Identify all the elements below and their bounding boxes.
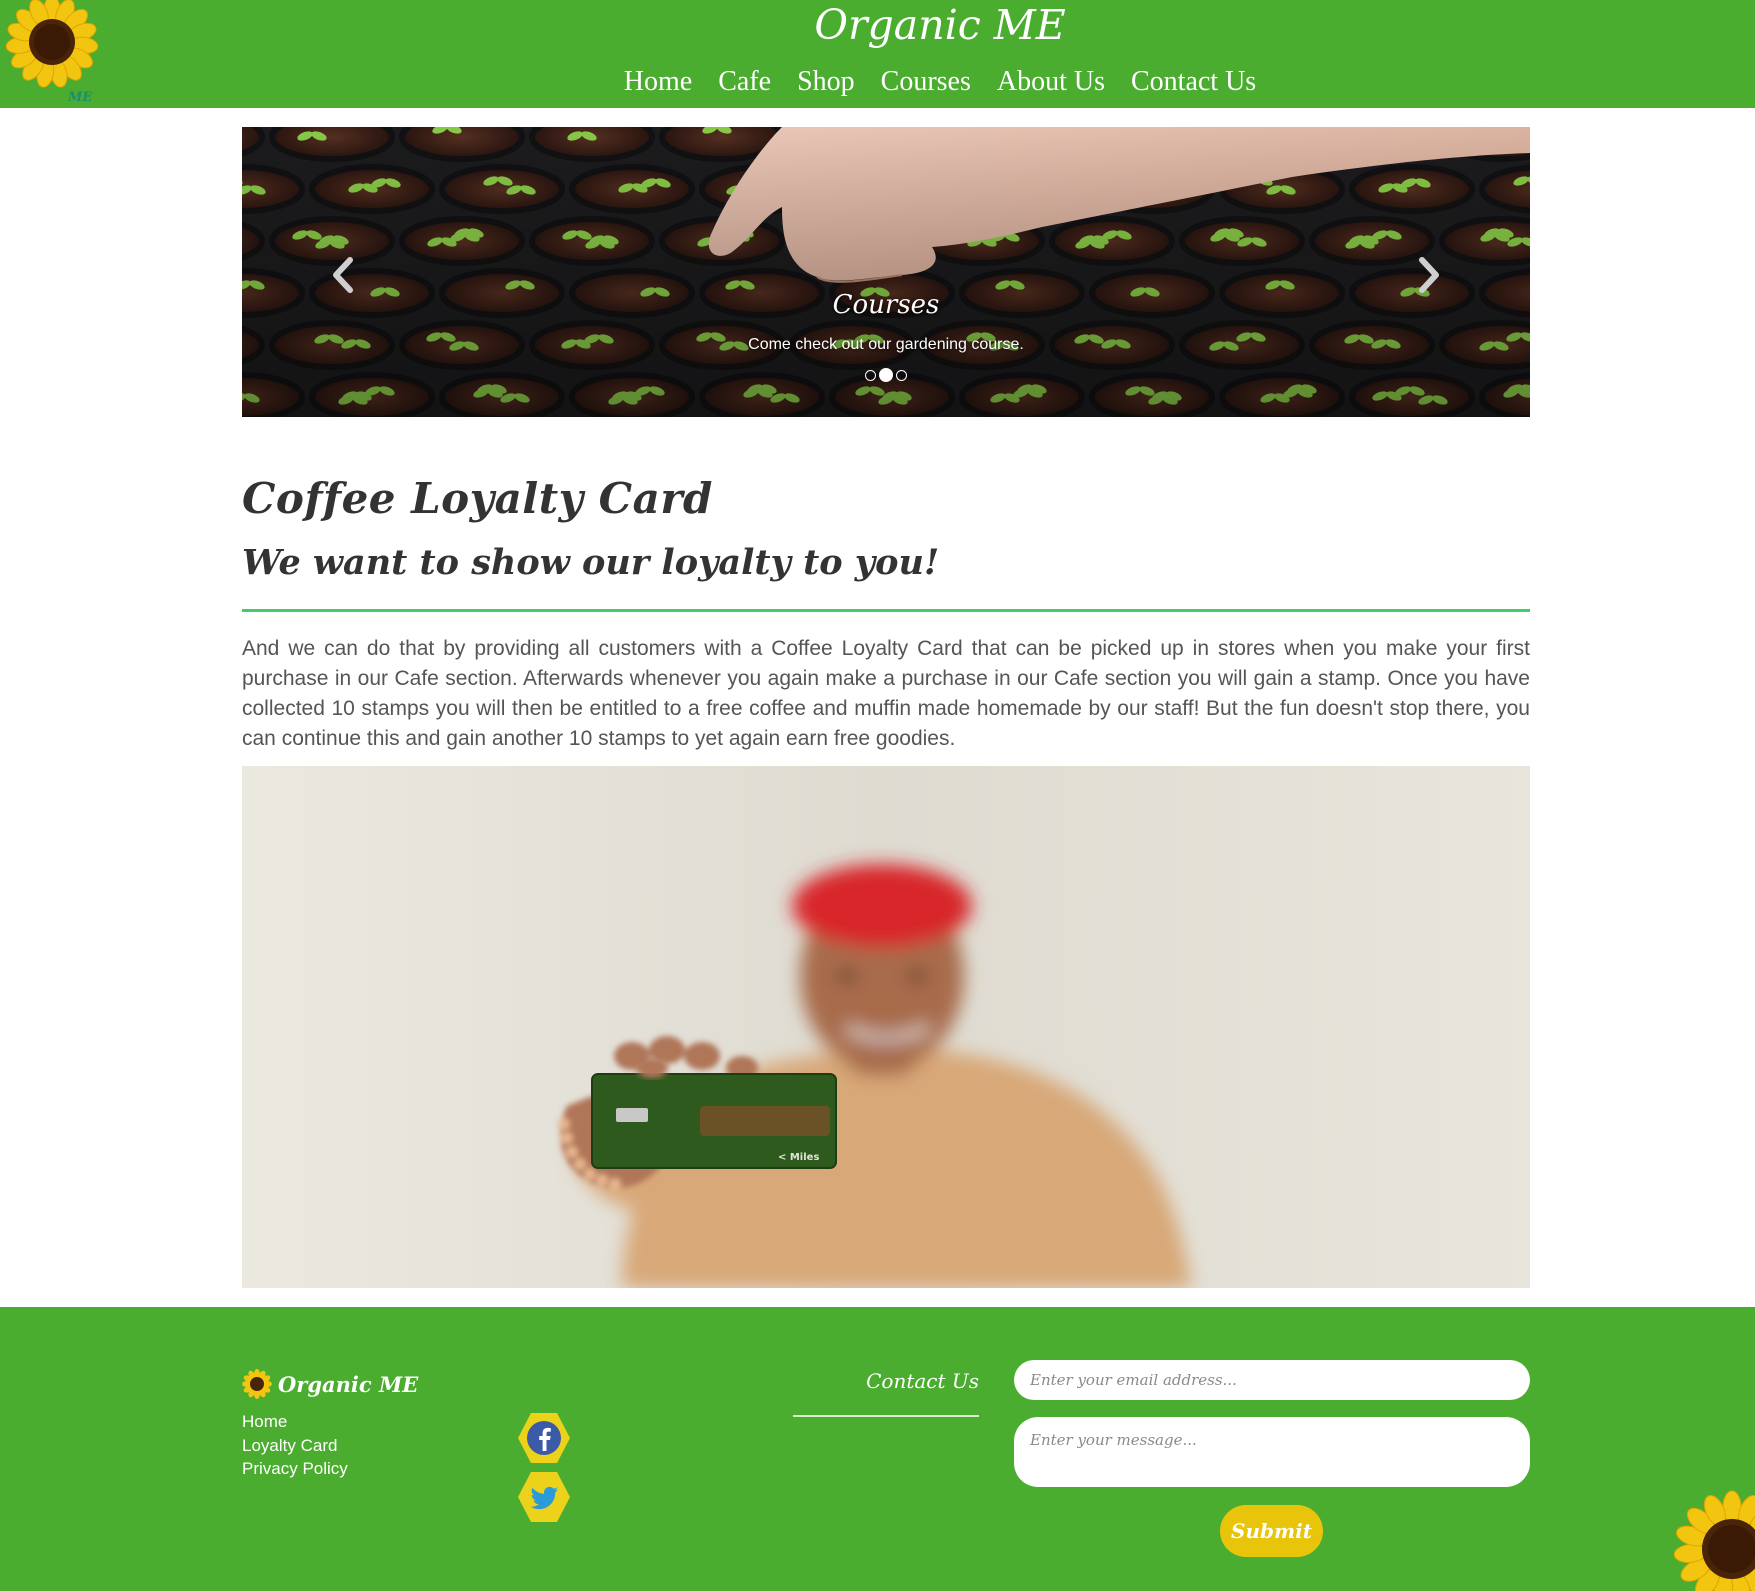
contact-divider xyxy=(793,1415,979,1417)
nav-shop[interactable]: Shop xyxy=(797,64,855,100)
loyalty-card-graphic: < Miles xyxy=(591,1073,837,1169)
facebook-icon[interactable] xyxy=(517,1411,571,1465)
sunflower-icon xyxy=(242,1369,272,1399)
loyalty-card-photo: < Miles xyxy=(242,766,1530,1288)
main-nav: Home Cafe Shop Courses About Us Contact … xyxy=(0,64,1755,100)
carousel-dot-3[interactable] xyxy=(896,369,907,381)
submit-button[interactable]: Submit xyxy=(1220,1505,1323,1557)
carousel-indicators xyxy=(242,368,1530,382)
carousel-caption: Come check out our gardening course. xyxy=(748,336,1024,353)
page-subtitle: We want to show our loyalty to you! xyxy=(242,542,940,583)
carousel-title: Courses xyxy=(832,290,940,320)
site-title[interactable]: Organic ME xyxy=(0,0,1755,50)
footer-links: Home Loyalty Card Privacy Policy xyxy=(242,1410,348,1481)
nav-home[interactable]: Home xyxy=(624,64,692,100)
sunflower-decoration-icon xyxy=(1673,1490,1755,1591)
footer-brand[interactable]: Organic ME xyxy=(242,1369,418,1399)
card-text: < Miles xyxy=(778,1152,819,1163)
carousel-dot-2[interactable] xyxy=(879,368,893,382)
loyalty-description: And we can do that by providing all cust… xyxy=(242,637,1530,750)
nav-about-us[interactable]: About Us xyxy=(997,64,1105,100)
site-header: ME Organic ME Home Cafe Shop Courses Abo… xyxy=(0,0,1755,108)
nav-contact-us[interactable]: Contact Us xyxy=(1131,64,1256,100)
footer-link-privacy-policy[interactable]: Privacy Policy xyxy=(242,1457,348,1481)
carousel-dot-1[interactable] xyxy=(865,369,876,381)
page-title: Coffee Loyalty Card xyxy=(242,474,713,523)
twitter-icon[interactable] xyxy=(517,1470,571,1524)
footer-link-home[interactable]: Home xyxy=(242,1410,348,1434)
section-divider xyxy=(242,609,1530,612)
site-footer: Organic ME Home Loyalty Card Privacy Pol… xyxy=(0,1307,1755,1591)
image-carousel[interactable]: Courses Come check out our gardening cou… xyxy=(242,127,1530,417)
email-input[interactable] xyxy=(1014,1360,1530,1400)
nav-cafe[interactable]: Cafe xyxy=(718,64,771,100)
chevron-left-icon[interactable] xyxy=(330,257,356,293)
chevron-right-icon[interactable] xyxy=(1416,257,1442,293)
message-input[interactable] xyxy=(1014,1417,1530,1487)
footer-link-loyalty-card[interactable]: Loyalty Card xyxy=(242,1434,348,1458)
footer-brand-text: Organic ME xyxy=(278,1371,419,1397)
nav-courses[interactable]: Courses xyxy=(881,64,971,100)
contact-us-label: Contact Us xyxy=(866,1369,979,1393)
